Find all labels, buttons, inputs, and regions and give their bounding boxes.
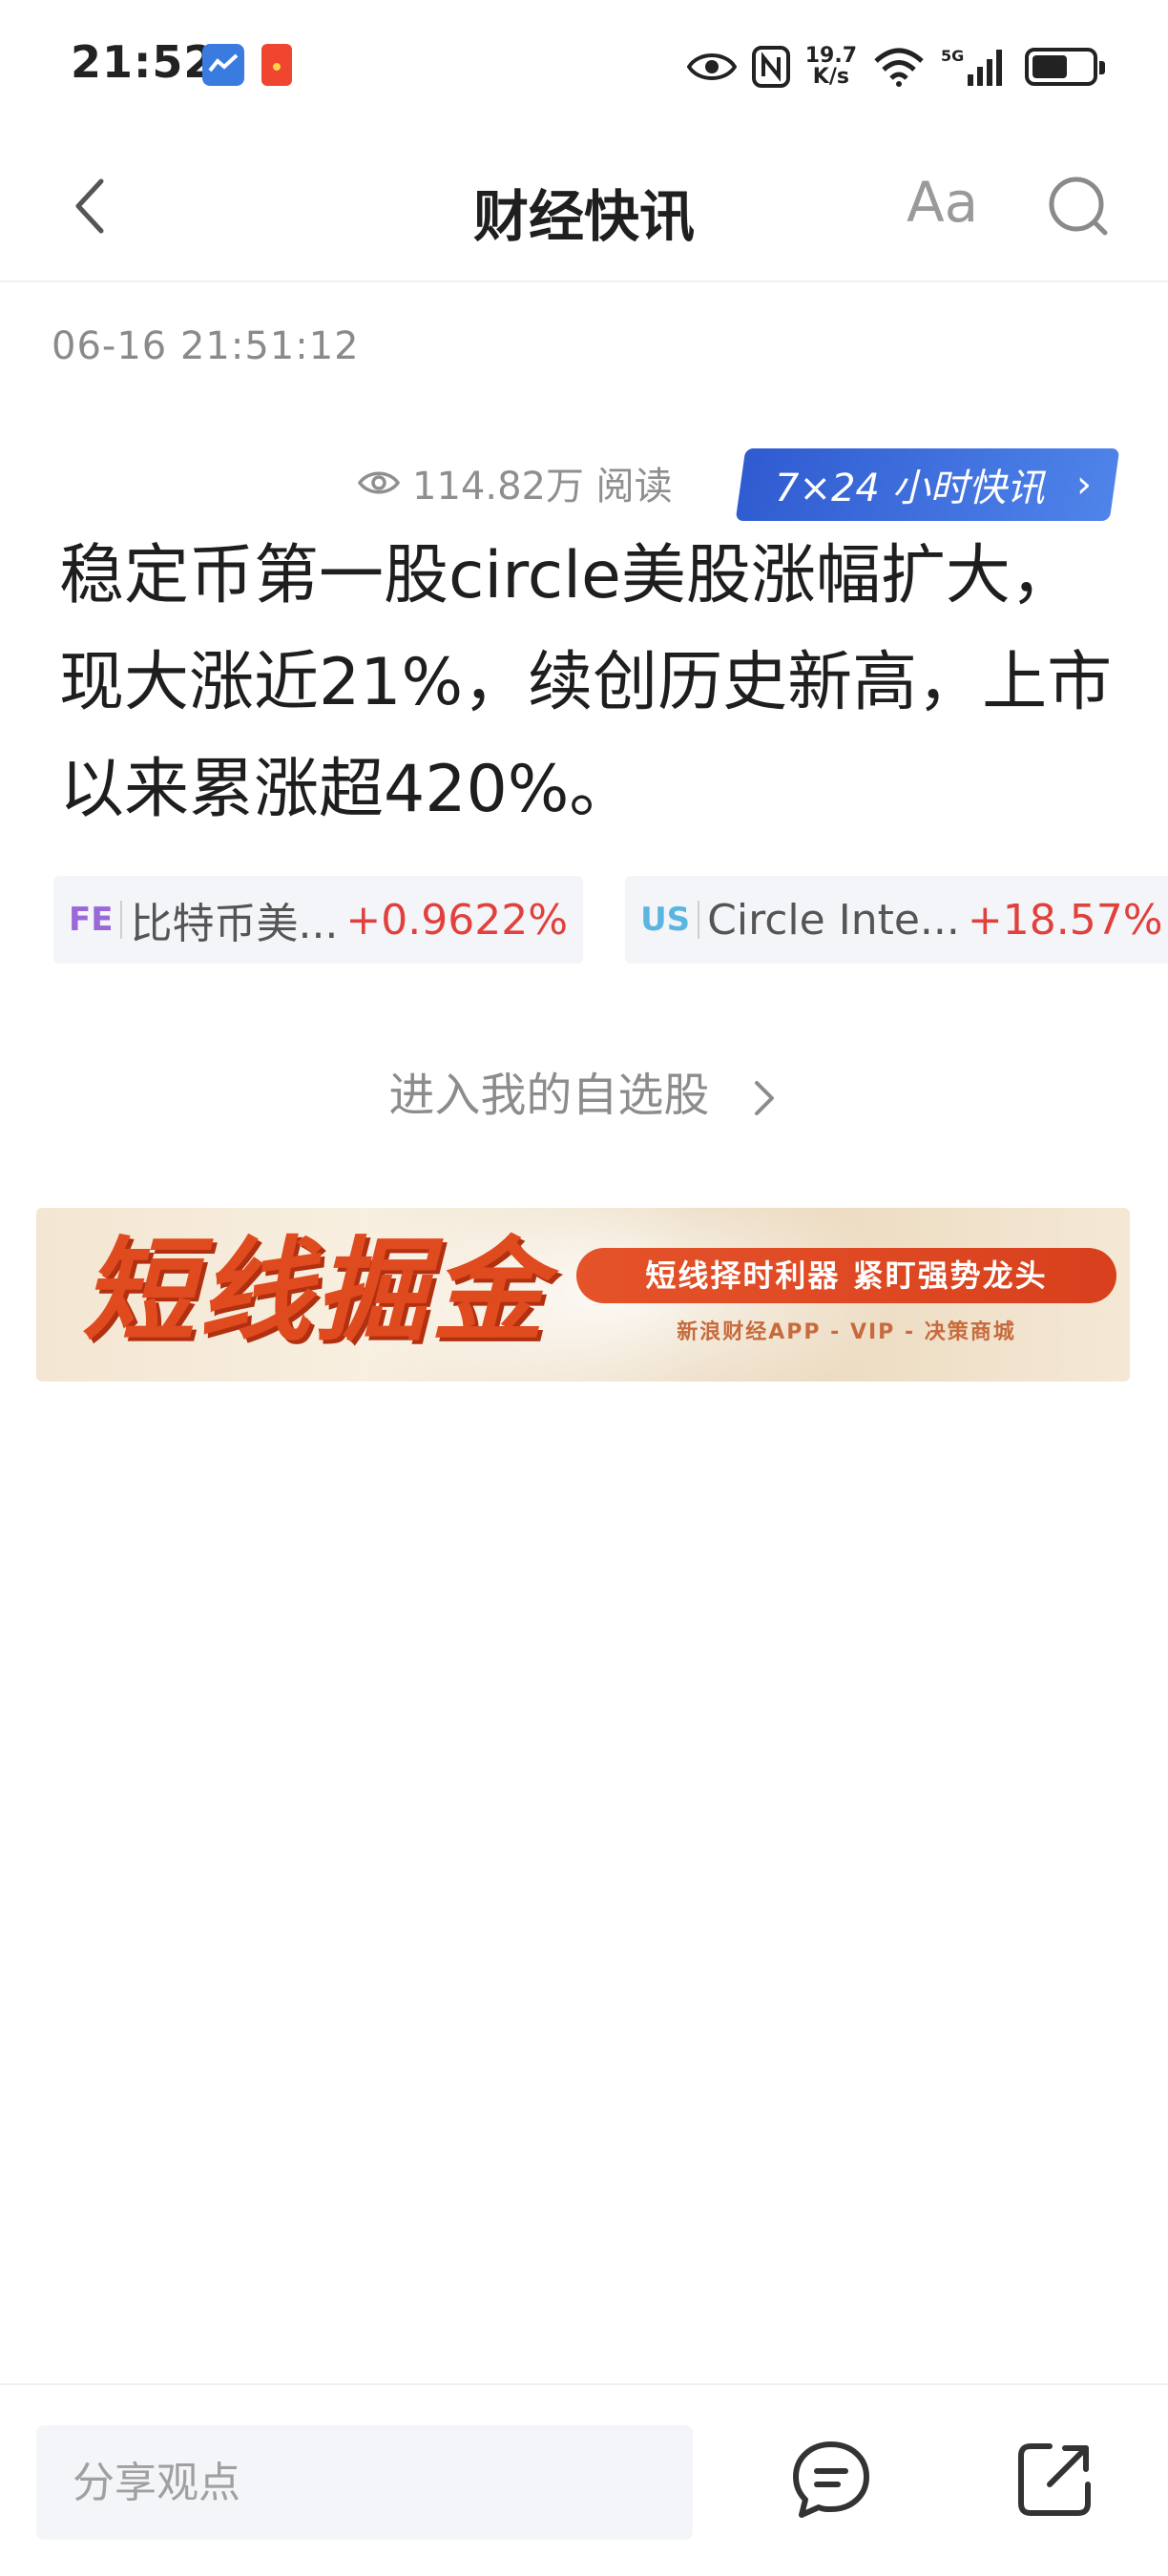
ad-banner[interactable]: 短线掘金 短线择时利器 紧盯强势龙头 新浪财经APP - VIP - 决策商城 <box>36 1208 1130 1381</box>
enter-watchlist-label: 进入我的自选股 <box>388 1069 710 1122</box>
share-icon[interactable] <box>1012 2437 1097 2523</box>
stock-change: +18.57% <box>967 895 1163 945</box>
read-count: 114.82万 阅读 <box>357 456 673 509</box>
stock-name: 比特币美... <box>130 900 339 948</box>
status-indicators: 19.7 K/s 5G <box>686 38 1105 95</box>
banner-title: 短线掘金 <box>82 1225 549 1357</box>
net-speed-value: 19.7 <box>804 44 857 68</box>
status-bar: 21:52 19.7 K/s 5G <box>0 0 1168 134</box>
chevron-right-icon: › <box>1076 463 1092 507</box>
stock-chip-circle[interactable]: US Circle Inte... +18.57% <box>625 876 1168 964</box>
publish-datetime: 06-16 21:51:12 <box>52 324 360 368</box>
red-packet-icon <box>261 44 292 86</box>
stock-name: Circle Inte... <box>707 895 960 945</box>
read-count-text: 114.82万 阅读 <box>412 465 673 509</box>
battery-fill <box>1032 55 1067 78</box>
stock-change: +0.9622% <box>345 895 569 945</box>
comment-icon[interactable] <box>788 2437 874 2523</box>
nav-bar: 财经快讯 Aa <box>0 134 1168 282</box>
badge-label: 7×24 小时快讯 <box>775 467 1045 510</box>
search-icon[interactable] <box>1042 168 1118 244</box>
share-opinion-input[interactable] <box>36 2425 693 2540</box>
font-size-button[interactable]: Aa <box>907 170 978 235</box>
banner-subtitle: 新浪财经APP - VIP - 决策商城 <box>677 1320 1016 1344</box>
bottom-bar <box>0 2383 1168 2576</box>
eye-icon <box>686 53 737 80</box>
market-tag: US <box>640 901 691 939</box>
market-tag: FE <box>69 901 114 939</box>
nfc-icon <box>751 46 790 88</box>
headline: 稳定币第一股circle美股涨幅扩大，现大涨近21%，续创历史新高，上市以来累涨… <box>59 538 1113 827</box>
eye-icon <box>357 471 401 494</box>
divider <box>120 901 123 939</box>
chart-app-icon <box>202 44 244 86</box>
battery-icon <box>1025 48 1105 86</box>
wifi-icon <box>874 48 924 87</box>
chevron-right-icon <box>754 1081 774 1115</box>
stock-chip-btc[interactable]: FE 比特币美... +0.9622% <box>53 876 584 964</box>
status-time: 21:52 <box>71 36 216 88</box>
net-speed-unit: K/s <box>812 65 849 89</box>
live-news-badge[interactable]: 7×24 小时快讯 › <box>735 448 1120 521</box>
svg-text:5G: 5G <box>941 47 964 65</box>
signal-5g-icon: 5G <box>941 47 1002 86</box>
net-speed: 19.7 K/s <box>805 46 857 88</box>
banner-slogan: 短线择时利器 紧盯强势龙头 <box>576 1248 1116 1303</box>
page-title: 财经快讯 <box>472 184 695 249</box>
related-stocks: FE 比特币美... +0.9622% US Circle Inte... +1… <box>53 876 1168 964</box>
enter-watchlist-link[interactable]: 进入我的自选股 <box>0 1057 1168 1124</box>
divider <box>698 901 700 939</box>
